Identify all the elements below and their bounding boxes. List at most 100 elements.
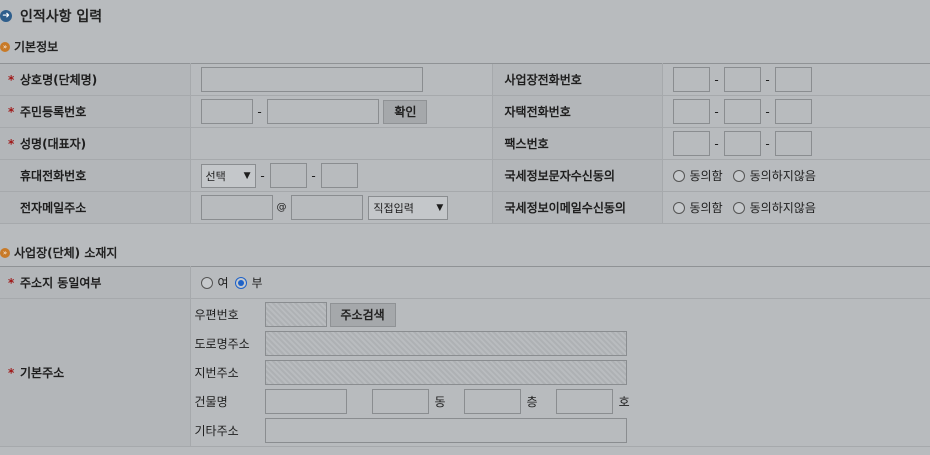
row-business-name: * 상호명(단체명) 사업장전화번호 -- [0, 63, 930, 96]
biz-phone-cell: -- [662, 63, 930, 96]
row-rep-name: * 성명(대표자) 팩스번호 -- [0, 127, 930, 160]
fax-label-cell: 팩스번호 [491, 127, 663, 160]
floor-unit: 층 [526, 395, 538, 409]
same-address-yes-radio[interactable] [200, 276, 213, 289]
row-mobile: 휴대전화번호 선택 ▼ - - 국세정보문자수신동의 동의함 동의하지않음 [0, 159, 930, 192]
road-address-label: 도로명주소 [194, 337, 250, 351]
required-mark: * [8, 73, 15, 87]
dong-unit: 동 [434, 395, 446, 409]
email-consent-cell: 동의함 동의하지않음 [662, 191, 930, 224]
postcode-row: 우편번호 주소검색 [195, 300, 930, 329]
road-address-input[interactable] [264, 331, 627, 356]
section-title-basic: » 기본정보 [0, 38, 58, 55]
fax-label: 팩스번호 [504, 137, 549, 151]
dash: - [260, 168, 265, 183]
resident-no-front-input[interactable] [200, 99, 253, 124]
arrow-right-icon: ➜ [0, 10, 12, 22]
ho-unit: 호 [618, 395, 630, 409]
chevron-down-icon: ▼ [243, 170, 251, 181]
dash: - [765, 72, 770, 87]
rep-name-label: 성명(대표자) [20, 137, 87, 151]
business-name-label: 상호명(단체명) [20, 73, 98, 87]
page-title: ➜ 인적사항 입력 [0, 6, 102, 26]
mobile-middle-input[interactable] [269, 163, 307, 188]
confirm-button[interactable]: 확인 [383, 99, 428, 124]
home-phone-label-cell: 자택전화번호 [491, 95, 663, 128]
required-mark: * [8, 276, 15, 290]
email-agree-label: 동의함 [689, 201, 723, 215]
email-domain-select[interactable]: 직접입력 ▼ [368, 195, 449, 220]
same-address-no-radio[interactable] [234, 276, 247, 289]
fax-area-input[interactable] [672, 131, 710, 156]
dash: - [257, 104, 262, 119]
base-address-label-cell: * 기본주소 [0, 298, 191, 447]
email-agree-radio[interactable] [672, 201, 685, 214]
biz-phone-label-cell: 사업장전화번호 [491, 63, 663, 96]
floor-input[interactable] [463, 389, 521, 414]
jibun-address-input[interactable] [264, 360, 627, 385]
address-search-button[interactable]: 주소검색 [329, 302, 396, 327]
mobile-last-input[interactable] [320, 163, 358, 188]
email-disagree-radio[interactable] [732, 201, 745, 214]
home-phone-label: 자택전화번호 [504, 105, 571, 119]
section-basic-label: 기본정보 [14, 40, 59, 54]
resident-no-back-input[interactable] [266, 99, 379, 124]
section-title-address: » 사업장(단체) 소재지 [0, 244, 117, 261]
chevron-right-icon: » [0, 41, 10, 52]
resident-no-label: 주민등록번호 [20, 105, 87, 119]
mobile-carrier-value: 선택 [205, 169, 226, 183]
sms-consent-cell: 동의함 동의하지않음 [662, 159, 930, 192]
dong-input[interactable] [371, 389, 429, 414]
row-base-address: * 기본주소 우편번호 주소검색 도로명주소 지번주소 건물명 동 층 호 기타… [0, 298, 930, 447]
sms-disagree-radio[interactable] [732, 169, 745, 182]
basic-info-table: * 상호명(단체명) 사업장전화번호 -- * 주민등록번호 - 확인 자택전화번호… [0, 63, 930, 224]
building-label: 건물명 [194, 395, 228, 409]
dash: - [714, 136, 719, 151]
sms-agree-radio[interactable] [672, 169, 685, 182]
biz-phone-last-input[interactable] [774, 67, 812, 92]
ho-input[interactable] [555, 389, 613, 414]
biz-phone-area-input[interactable] [672, 67, 710, 92]
sms-consent-label-cell: 국세정보문자수신동의 [491, 159, 663, 192]
home-phone-area-input[interactable] [672, 99, 710, 124]
etc-address-input[interactable] [264, 418, 627, 443]
section-address-label: 사업장(단체) 소재지 [14, 246, 118, 260]
at-sign: @ [276, 202, 287, 213]
business-name-input[interactable] [200, 67, 423, 92]
address-table: * 주소지 동일여부 여부 * 기본주소 우편번호 주소검색 도로명주소 지번주소 [0, 266, 930, 447]
sms-agree-label: 동의함 [689, 169, 723, 183]
home-phone-last-input[interactable] [774, 99, 812, 124]
sms-disagree-label: 동의하지않음 [749, 169, 816, 183]
required-mark: * [8, 137, 15, 151]
fax-cell: -- [662, 127, 930, 160]
same-address-label: 주소지 동일여부 [20, 276, 102, 290]
road-address-row: 도로명주소 [195, 329, 930, 358]
building-name-input[interactable] [264, 389, 347, 414]
email-domain-value: 직접입력 [373, 201, 414, 215]
building-row: 건물명 동 층 호 [195, 387, 930, 416]
dash: - [765, 136, 770, 151]
chevron-right-icon: » [0, 247, 10, 258]
chevron-down-icon: ▼ [436, 202, 444, 213]
postcode-input[interactable] [264, 302, 327, 327]
dash: - [311, 168, 316, 183]
biz-phone-middle-input[interactable] [723, 67, 761, 92]
fax-last-input[interactable] [774, 131, 812, 156]
email-id-input[interactable] [200, 195, 273, 220]
rep-name-label-cell: * 성명(대표자) [0, 127, 191, 160]
same-address-yes-label: 여 [217, 276, 229, 290]
email-domain-input[interactable] [290, 195, 363, 220]
base-address-cell: 우편번호 주소검색 도로명주소 지번주소 건물명 동 층 호 기타주소 [190, 298, 930, 447]
row-resident-no: * 주민등록번호 - 확인 자택전화번호 -- [0, 95, 930, 128]
home-phone-cell: -- [662, 95, 930, 128]
fax-middle-input[interactable] [723, 131, 761, 156]
mobile-carrier-select[interactable]: 선택 ▼ [200, 163, 256, 188]
same-address-no-label: 부 [251, 276, 263, 290]
same-address-cell: 여부 [190, 266, 930, 299]
home-phone-middle-input[interactable] [723, 99, 761, 124]
base-address-label: 기본주소 [20, 366, 65, 380]
email-label: 전자메일주소 [20, 201, 87, 215]
resident-no-label-cell: * 주민등록번호 [0, 95, 191, 128]
email-cell: @ 직접입력 ▼ [190, 191, 492, 224]
jibun-address-row: 지번주소 [195, 358, 930, 387]
